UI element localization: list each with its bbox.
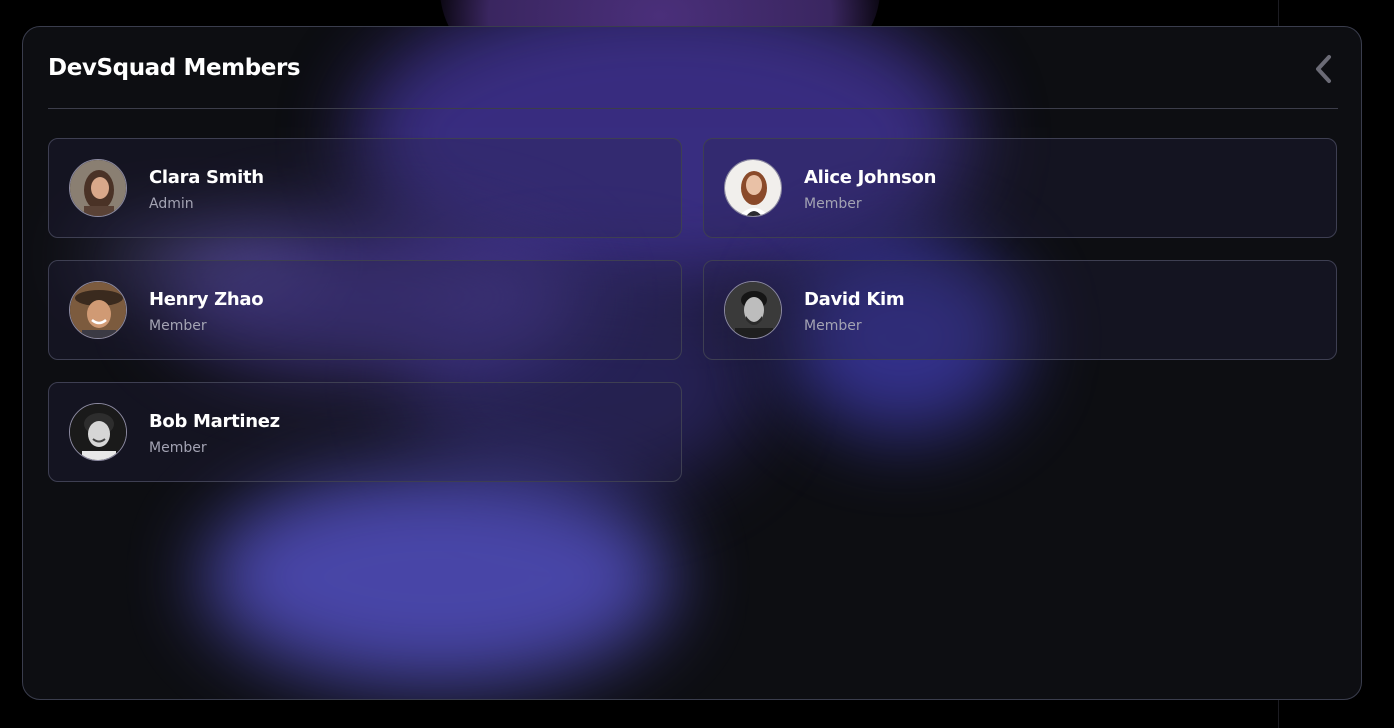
panel-glow bbox=[203, 467, 673, 687]
member-card[interactable]: Bob Martinez Member bbox=[48, 382, 682, 482]
member-card[interactable]: David Kim Member bbox=[703, 260, 1337, 360]
member-card[interactable]: Clara Smith Admin bbox=[48, 138, 682, 238]
page-title: DevSquad Members bbox=[48, 55, 301, 81]
member-name: Henry Zhao bbox=[149, 289, 264, 310]
member-name: Clara Smith bbox=[149, 167, 264, 188]
chevron-left-icon bbox=[1316, 55, 1331, 83]
member-role: Member bbox=[804, 196, 862, 212]
avatar bbox=[724, 281, 782, 339]
members-panel: DevSquad Members Clara Smith Admin Alice… bbox=[22, 26, 1362, 700]
panel-header: DevSquad Members bbox=[48, 27, 1338, 109]
member-card[interactable]: Henry Zhao Member bbox=[48, 260, 682, 360]
avatar bbox=[724, 159, 782, 217]
member-name: Alice Johnson bbox=[804, 167, 937, 188]
app-background: DevSquad Members Clara Smith Admin Alice… bbox=[0, 0, 1394, 728]
member-card[interactable]: Alice Johnson Member bbox=[703, 138, 1337, 238]
member-name: Bob Martinez bbox=[149, 411, 280, 432]
member-name: David Kim bbox=[804, 289, 905, 310]
member-role: Member bbox=[804, 318, 862, 334]
member-role: Member bbox=[149, 440, 207, 456]
member-role: Member bbox=[149, 318, 207, 334]
avatar bbox=[69, 403, 127, 461]
member-role: Admin bbox=[149, 196, 194, 212]
avatar bbox=[69, 159, 127, 217]
back-button[interactable] bbox=[1310, 53, 1338, 85]
avatar bbox=[69, 281, 127, 339]
